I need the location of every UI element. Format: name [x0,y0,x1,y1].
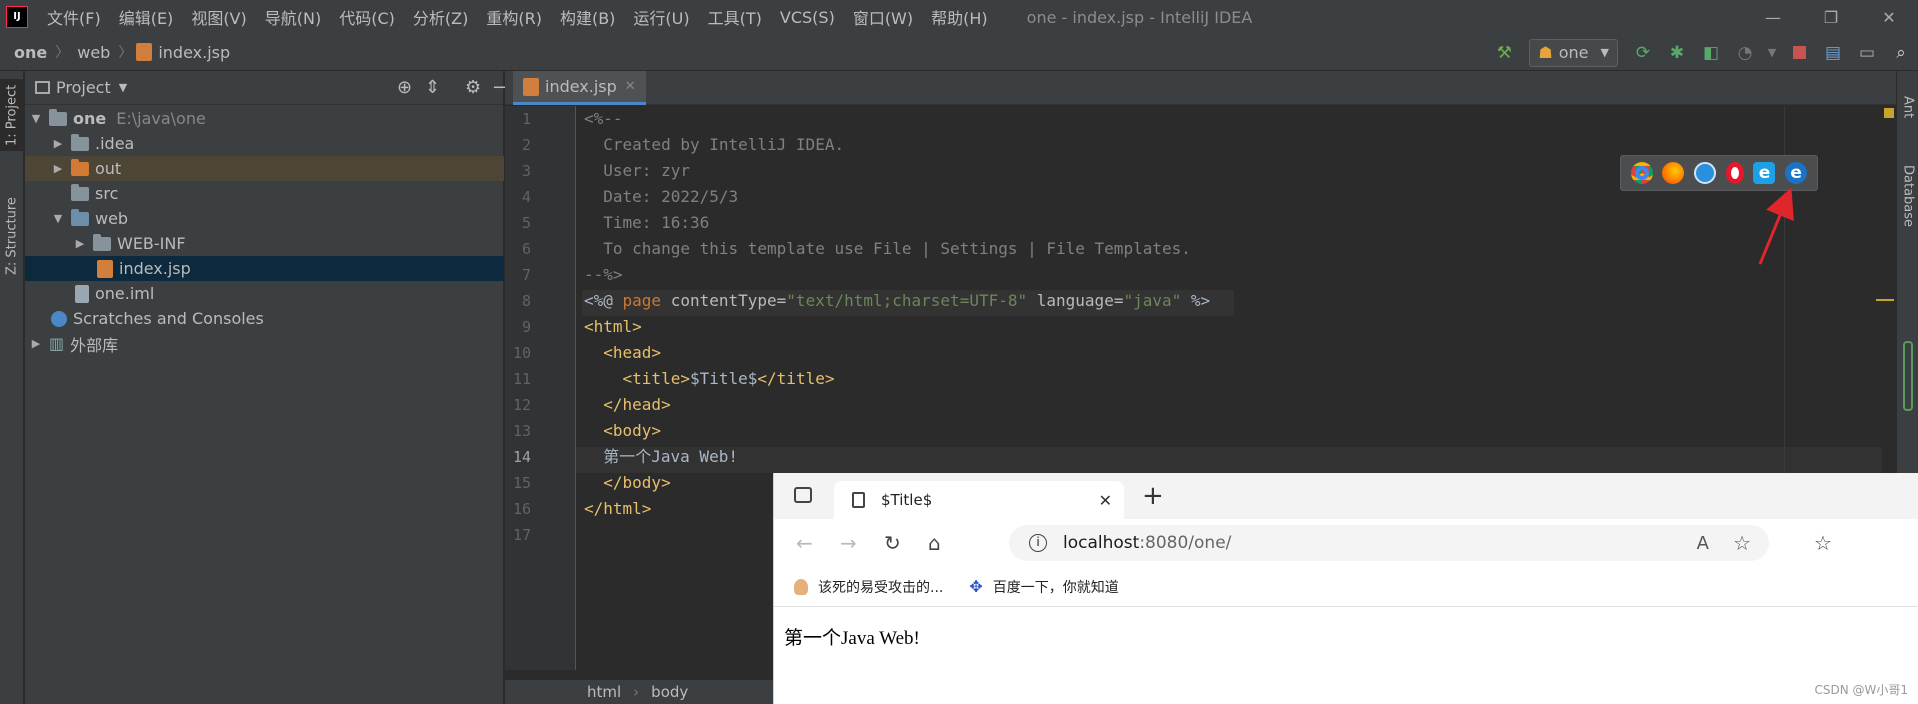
browser-window: $Title$ ✕ + ← → ↻ ⌂ i localhost :8080/on… [773,473,1918,704]
page-icon [852,492,865,508]
close-tab-icon[interactable]: ✕ [1099,491,1112,510]
read-aloud-icon[interactable]: A [1697,533,1709,554]
favorites-icon[interactable]: ☆ [1814,531,1832,555]
avatar-favicon-icon [794,578,808,595]
info-icon[interactable]: i [1029,534,1047,552]
home-icon[interactable]: ⌂ [928,531,941,555]
favorite-item[interactable]: 该死的易受攻击的... [818,577,943,597]
favorite-item[interactable]: 百度一下，你就知道 [993,577,1119,597]
tab-actions-icon[interactable] [794,487,812,503]
browser-tab-title: $Title$ [881,491,933,509]
forward-arrow-icon[interactable]: → [840,531,857,555]
browser-tab[interactable]: $Title$ ✕ [834,481,1124,519]
favorites-bar: 该死的易受攻击的... ✥ 百度一下，你就知道 [774,567,1918,607]
browser-address-row: ← → ↻ ⌂ i localhost :8080/one/ A ☆ ☆ [774,519,1918,567]
back-arrow-icon[interactable]: ← [796,531,813,555]
address-bar[interactable]: i localhost :8080/one/ A ☆ [1009,525,1769,561]
baidu-paw-icon: ✥ [969,577,983,596]
browser-tab-bar: $Title$ ✕ + [774,473,1918,519]
new-tab-icon[interactable]: + [1142,481,1164,511]
arrow-to-edge-icon [1758,187,1794,265]
url-path: :8080/one/ [1139,533,1232,553]
add-favorite-icon[interactable]: ☆ [1733,531,1751,555]
refresh-icon[interactable]: ↻ [884,531,901,555]
watermark: CSDN @W小哥1 [1814,683,1908,697]
page-content: 第一个Java Web! [784,628,920,649]
url-host: localhost [1063,533,1140,553]
